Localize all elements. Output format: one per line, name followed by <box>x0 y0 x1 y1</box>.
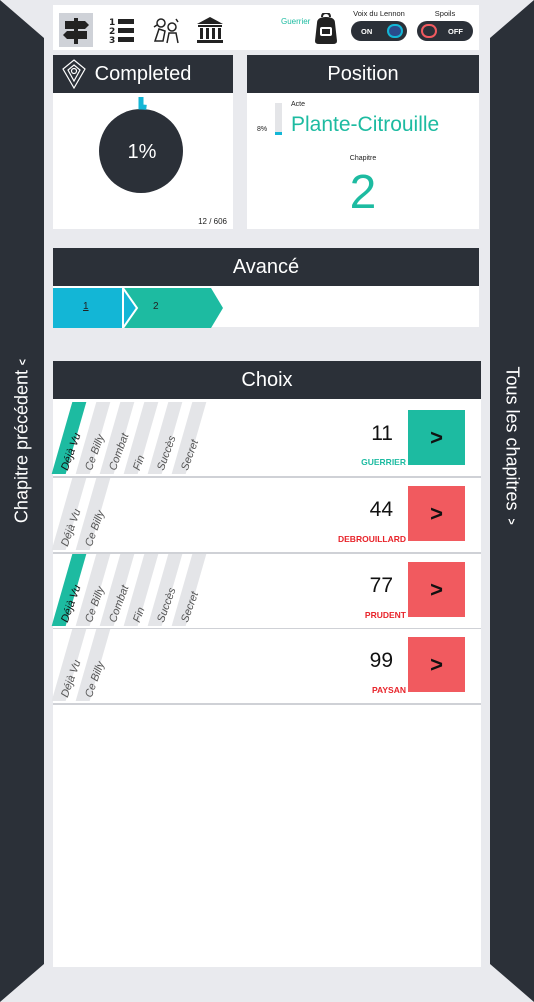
choice-number: 44 <box>369 498 393 521</box>
crest-icon <box>62 59 86 95</box>
museum-icon[interactable] <box>193 13 227 47</box>
choix-title: Choix <box>241 368 293 391</box>
backpack-icon[interactable] <box>311 11 341 50</box>
choice-row: Déjà Vu Ce Billy 99 PAYSAN > <box>51 629 481 705</box>
act-label: Acte <box>291 101 306 108</box>
svg-text:3: 3 <box>109 36 115 45</box>
choice-row: Déjà Vu Ce Billy Combat Fin Succès Secret 77 PR… <box>51 554 481 630</box>
act-progress-bar <box>275 103 282 135</box>
caret-up-icon: ^ <box>18 353 26 368</box>
top-toolbar: 1 2 3 Guerrier Voix du Lennon ON Spoils … <box>53 5 479 50</box>
act-progress-fill <box>275 132 282 135</box>
go-to-choice-button[interactable]: > <box>408 410 465 465</box>
all-chapters-label: Tous les chapitres <box>502 366 523 511</box>
act-name: Plante-Citrouille <box>291 113 440 136</box>
voice-toggle[interactable]: ON <box>351 21 407 41</box>
spoils-state: OFF <box>448 27 463 36</box>
choice-class: GUERRIER <box>361 457 406 467</box>
choice-class: DEBROUILLARD <box>338 534 406 544</box>
go-to-choice-button[interactable]: > <box>408 486 465 541</box>
go-to-choice-button[interactable]: > <box>408 562 465 617</box>
class-name: Guerrier <box>281 17 311 26</box>
step-1-link[interactable]: 1 <box>83 301 89 312</box>
completion-count: 12 / 606 <box>198 217 227 226</box>
chapter-label: Chapitre <box>349 155 377 162</box>
choice-number: 77 <box>369 574 393 597</box>
spoils-label: Spoils <box>434 9 456 18</box>
chapter-number: 2 <box>349 166 377 219</box>
choice-row: Déjà Vu Ce Billy 44 DEBROUILLARD > <box>51 478 481 554</box>
signpost-icon[interactable] <box>59 13 93 47</box>
completed-title: Completed <box>94 62 192 85</box>
voice-state: ON <box>361 27 373 36</box>
go-to-choice-button[interactable]: > <box>408 637 465 692</box>
caret-down-icon: ^ <box>508 513 516 528</box>
choice-class: PAYSAN <box>371 685 406 695</box>
all-chapters-nav[interactable]: Tous les chapitres ^ <box>490 0 534 1002</box>
position-title: Position <box>327 62 399 85</box>
completion-percent: 1% <box>127 141 157 163</box>
numbered-list-icon[interactable]: 1 2 3 <box>105 13 139 47</box>
previous-chapter-nav[interactable]: Chapitre précédent ^ <box>0 0 44 1002</box>
step-2-label: 2 <box>153 301 159 312</box>
previous-chapter-label: Chapitre précédent <box>11 369 32 524</box>
choice-number: 99 <box>369 649 393 672</box>
avance-panel: Avancé 1 2 <box>53 248 479 328</box>
choix-panel: Choix Déjà Vu Ce Billy Combat Fin Succès Secr… <box>51 361 481 967</box>
choice-number: 11 <box>371 422 393 445</box>
act-percent: 8% <box>257 126 268 133</box>
position-panel: Position 8% Acte Plante-Citrouille Chapi… <box>247 55 479 229</box>
completed-panel: Completed 1% 12 / 606 <box>53 55 233 229</box>
spoils-toggle[interactable]: OFF <box>417 21 473 41</box>
avance-title: Avancé <box>232 255 300 278</box>
choice-class: PRUDENT <box>364 610 406 620</box>
characters-icon[interactable] <box>149 13 183 47</box>
choice-row: Déjà Vu Ce Billy Combat Fin Succès Secret 11 GU… <box>51 402 481 478</box>
voice-label: Voix du Lennon <box>353 9 405 18</box>
progress-steps <box>53 288 223 328</box>
spoils-knob <box>421 24 437 38</box>
voice-knob <box>387 24 403 38</box>
